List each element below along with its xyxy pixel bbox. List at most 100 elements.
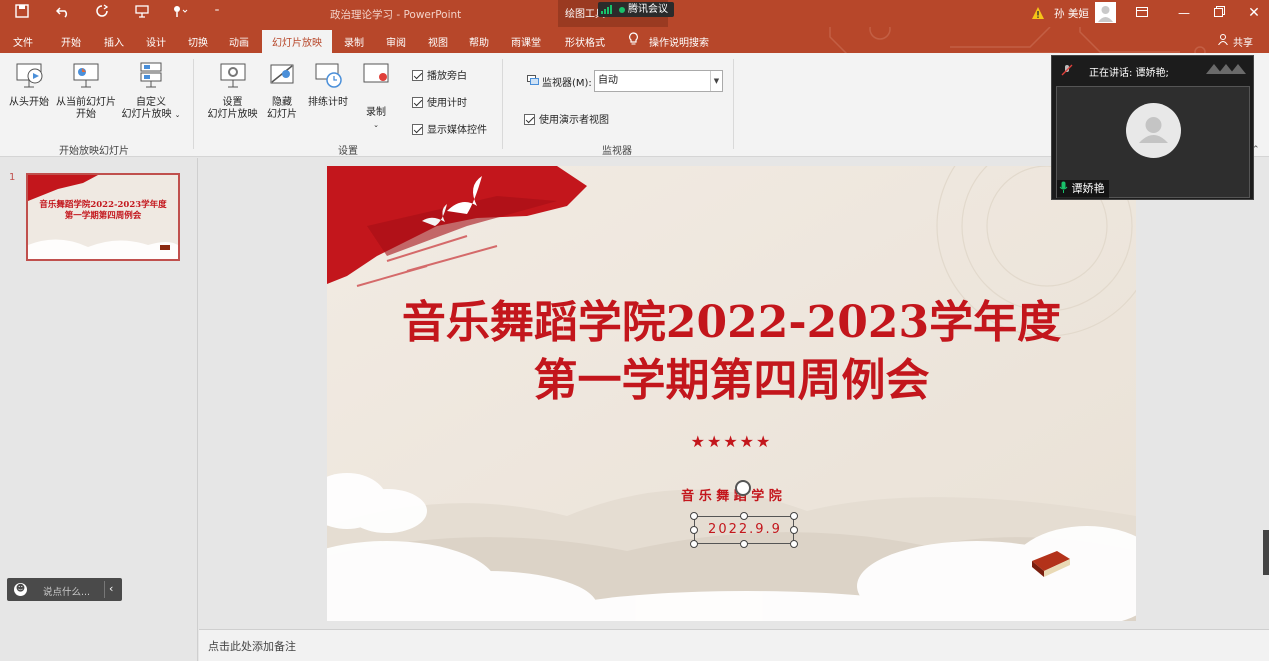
group-label-monitor: 监视器 <box>602 146 632 157</box>
slide-thumbnail-pane: 1 音乐舞蹈学院2022-2023学年度 第一学期第四周例会 ☻ 说点什么...… <box>0 158 198 661</box>
group-label-start: 开始放映幻灯片 <box>59 146 129 157</box>
resize-handle[interactable] <box>690 526 698 534</box>
rotate-handle-icon[interactable] <box>735 480 751 496</box>
resize-handle[interactable] <box>740 512 748 520</box>
microphone-active-icon <box>1059 181 1068 193</box>
show-media-label: 显示媒体控件 <box>427 125 487 136</box>
tab-review[interactable]: 审阅 <box>386 34 406 49</box>
from-current-label-2: 开始 <box>76 109 96 120</box>
tab-transitions[interactable]: 切换 <box>188 34 208 49</box>
resize-handle[interactable] <box>790 540 798 548</box>
network-quality-icon <box>1206 64 1246 74</box>
play-narration-checkbox[interactable]: 播放旁白 <box>412 67 467 82</box>
avatar <box>1126 103 1181 158</box>
microphone-muted-icon <box>1061 64 1073 76</box>
tab-design[interactable]: 设计 <box>146 34 166 49</box>
dropdown-arrow-icon: ⌄ <box>174 111 181 119</box>
minimize-icon[interactable]: — <box>1170 3 1198 23</box>
tab-home[interactable]: 开始 <box>61 34 81 49</box>
resize-handle[interactable] <box>690 540 698 548</box>
rehearse-timings-button[interactable]: 排练计时 <box>305 60 351 109</box>
title-bar: ⁼ 政治理论学习 - PowerPoint 绘图工具 腾讯会议 孙 美姮 — ✕ <box>0 0 1269 27</box>
tab-rain-classroom[interactable]: 雨课堂 <box>511 34 541 49</box>
tab-help[interactable]: 帮助 <box>469 34 489 49</box>
emoji-icon[interactable]: ☻ <box>14 583 27 596</box>
chat-placeholder: 说点什么... <box>43 587 91 598</box>
setup-label-2: 幻灯片放映 <box>207 109 258 120</box>
save-icon[interactable] <box>12 4 32 22</box>
slide-title-line2[interactable]: 第一学期第四周例会 <box>327 352 1136 410</box>
restore-icon[interactable] <box>1205 3 1233 23</box>
setup-slideshow-button[interactable]: 设置 幻灯片放映 <box>205 60 260 121</box>
slide-subtitle[interactable]: 音 乐 舞 蹈 学 院 <box>327 485 1136 504</box>
hide-slide-button[interactable]: 隐藏 幻灯片 <box>263 60 301 121</box>
slideshow-current-icon <box>73 63 99 88</box>
divider <box>104 581 105 598</box>
tell-me-search[interactable]: 操作说明搜索 <box>649 34 709 49</box>
custom-slideshow-button[interactable]: 自定义 幻灯片放映 ⌄ <box>120 60 182 121</box>
slideshow-start-icon <box>16 63 43 88</box>
record-button[interactable]: 录制 ⌄ <box>357 60 395 131</box>
resize-handle[interactable] <box>790 526 798 534</box>
thumbnail-title-line2: 第一学期第四周例会 <box>64 211 142 221</box>
start-slideshow-icon[interactable] <box>132 4 152 22</box>
slide-title-line1[interactable]: 音乐舞蹈学院2022-2023学年度 <box>327 294 1136 352</box>
share-icon[interactable] <box>1218 34 1228 48</box>
checkbox-checked-icon <box>412 97 423 108</box>
from-beginning-button[interactable]: 从头开始 <box>8 60 50 109</box>
avatar[interactable] <box>1095 2 1116 23</box>
notes-pane[interactable]: 点击此处添加备注 <box>199 629 1269 661</box>
group-divider <box>193 59 194 149</box>
from-current-button[interactable]: 从当前幻灯片 开始 <box>55 60 117 121</box>
tab-view[interactable]: 视图 <box>428 34 448 49</box>
thumbnail-title-line1: 音乐舞蹈学院2022-2023学年度 <box>39 200 167 210</box>
chevron-left-icon[interactable]: ‹ <box>109 582 113 595</box>
group-divider <box>502 59 503 149</box>
use-timings-checkbox[interactable]: 使用计时 <box>412 94 467 109</box>
record-label: 录制 <box>366 107 386 118</box>
scrollbar-thumb[interactable] <box>1263 530 1269 575</box>
monitor-icon <box>527 75 539 85</box>
slide-number: 1 <box>9 172 16 183</box>
meeting-indicator[interactable]: 腾讯会议 <box>598 2 674 17</box>
warning-icon[interactable] <box>1031 6 1045 20</box>
group-label-setup: 设置 <box>338 146 358 157</box>
tab-slideshow[interactable]: 幻灯片放映 <box>262 30 332 53</box>
speaking-label: 正在讲话: 谭娇艳; <box>1089 68 1169 79</box>
hide-slide-icon <box>270 64 294 84</box>
ribbon-display-options-icon[interactable] <box>1128 3 1156 23</box>
slide-canvas[interactable]: 音乐舞蹈学院2022-2023学年度 第一学期第四周例会 ★★★★★ 音 乐 舞… <box>327 166 1136 621</box>
tab-insert[interactable]: 插入 <box>104 34 124 49</box>
slide-thumbnail[interactable]: 音乐舞蹈学院2022-2023学年度 第一学期第四周例会 <box>26 173 180 261</box>
tab-record[interactable]: 录制 <box>344 34 364 49</box>
play-narration-label: 播放旁白 <box>427 71 467 82</box>
chevron-down-icon: ▼ <box>710 71 722 91</box>
checkbox-checked-icon <box>412 124 423 135</box>
resize-handle[interactable] <box>690 512 698 520</box>
ribbon-tabs: 文件 开始 插入 设计 切换 动画 幻灯片放映 录制 审阅 视图 帮助 雨课堂 … <box>0 27 1269 58</box>
touch-mode-icon[interactable] <box>170 4 190 22</box>
resize-handle[interactable] <box>790 512 798 520</box>
show-media-checkbox[interactable]: 显示媒体控件 <box>412 121 487 136</box>
tab-animations[interactable]: 动画 <box>229 34 249 49</box>
rehearse-timings-icon <box>315 63 342 88</box>
customize-qat-icon[interactable]: ⁼ <box>207 4 227 22</box>
close-icon[interactable]: ✕ <box>1240 3 1268 23</box>
monitor-select-value: 自动 <box>598 75 618 86</box>
user-name[interactable]: 孙 美姮 <box>1054 6 1089 21</box>
undo-icon[interactable] <box>53 4 73 22</box>
participant-video-tile[interactable]: 谭娇艳 <box>1056 86 1250 198</box>
redo-icon[interactable] <box>92 4 112 22</box>
monitor-select[interactable]: 自动 ▼ <box>594 70 723 92</box>
presenter-view-checkbox[interactable]: 使用演示者视图 <box>524 111 609 126</box>
tab-file[interactable]: 文件 <box>13 34 33 49</box>
slide-stars: ★★★★★ <box>690 432 773 451</box>
resize-handle[interactable] <box>740 540 748 548</box>
chat-input[interactable]: ☻ 说点什么... ‹ <box>7 578 122 601</box>
slide-date[interactable]: 2022.9.9 <box>695 522 795 537</box>
from-beginning-label: 从头开始 <box>9 97 49 108</box>
share-button[interactable]: 共享 <box>1233 34 1253 49</box>
record-dropdown-icon: ⌄ <box>373 121 379 129</box>
custom-slideshow-icon <box>140 62 162 88</box>
tab-shape-format[interactable]: 形状格式 <box>565 34 605 49</box>
